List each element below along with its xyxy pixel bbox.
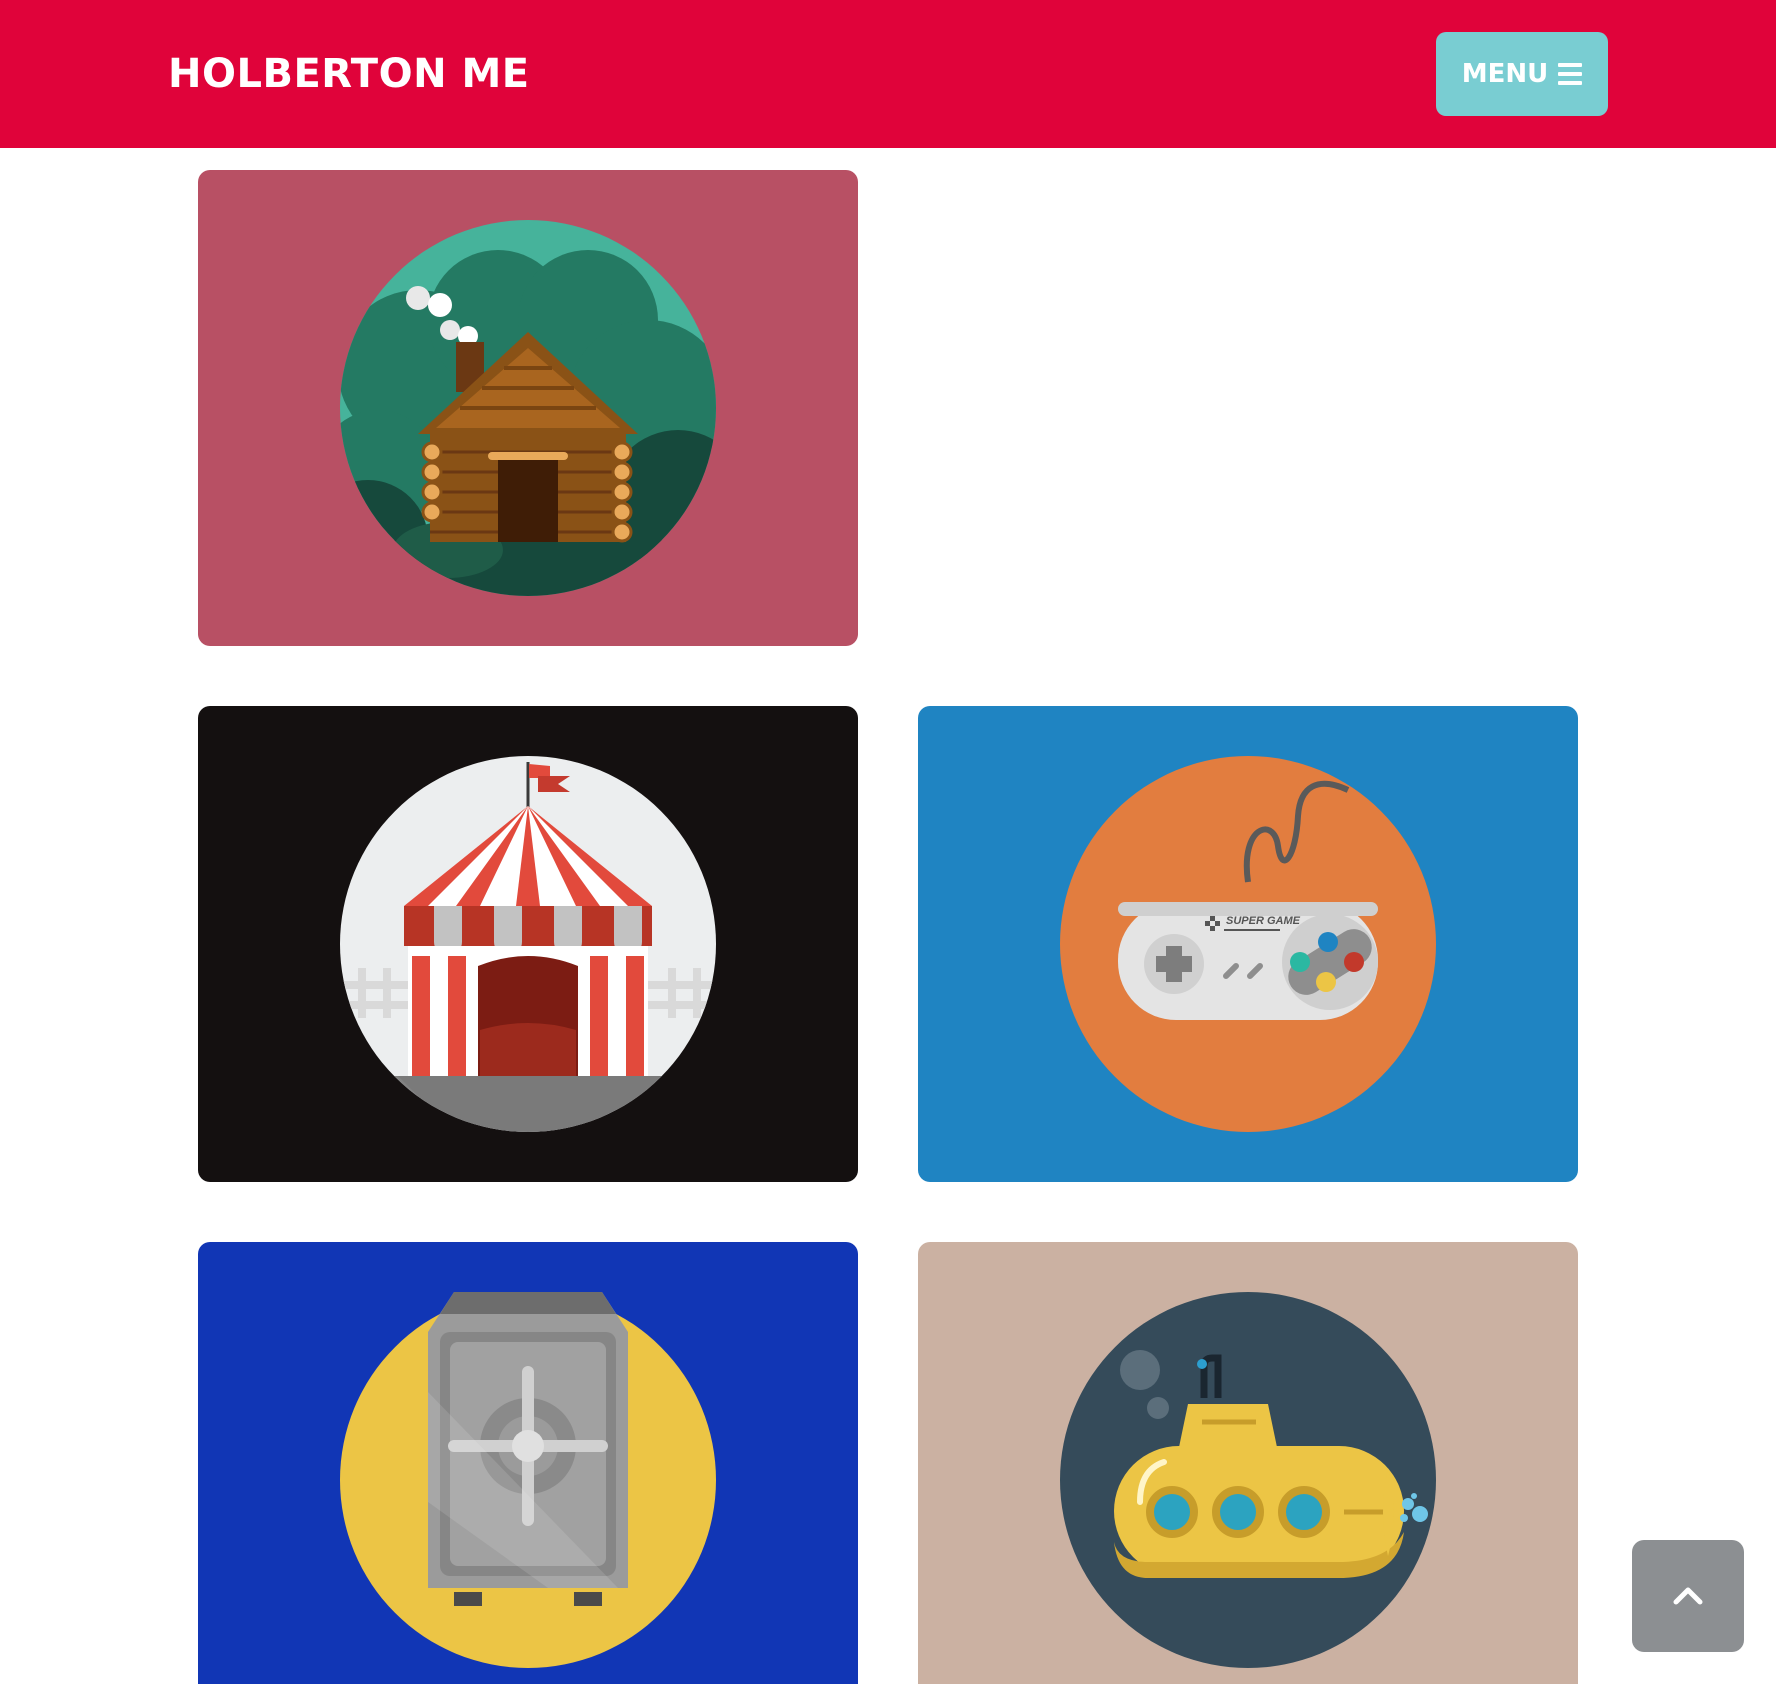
portfolio-item-circus[interactable] [198, 706, 858, 1182]
chevron-up-icon [1673, 1587, 1703, 1605]
portfolio-item-cabin[interactable] [198, 170, 858, 646]
hamburger-icon [1558, 63, 1583, 85]
menu-label: MENU [1461, 59, 1549, 89]
scroll-to-top-button[interactable] [1632, 1540, 1744, 1652]
navbar: HOLBERTON ME MENU [0, 0, 1776, 148]
game-controller-icon: SUPER GAME [1060, 756, 1436, 1132]
portfolio-item-game[interactable]: SUPER GAME [918, 706, 1578, 1182]
portfolio-item-submarine[interactable] [918, 1242, 1578, 1684]
portfolio-item-safe[interactable] [198, 1242, 858, 1684]
controller-text: SUPER GAME [1226, 915, 1301, 927]
log-cabin-icon [340, 220, 716, 596]
brand-logo[interactable]: HOLBERTON ME [168, 48, 530, 100]
safe-icon [340, 1292, 716, 1668]
submarine-icon [1060, 1292, 1436, 1668]
circus-tent-icon [340, 756, 716, 1132]
menu-button[interactable]: MENU [1436, 32, 1608, 116]
